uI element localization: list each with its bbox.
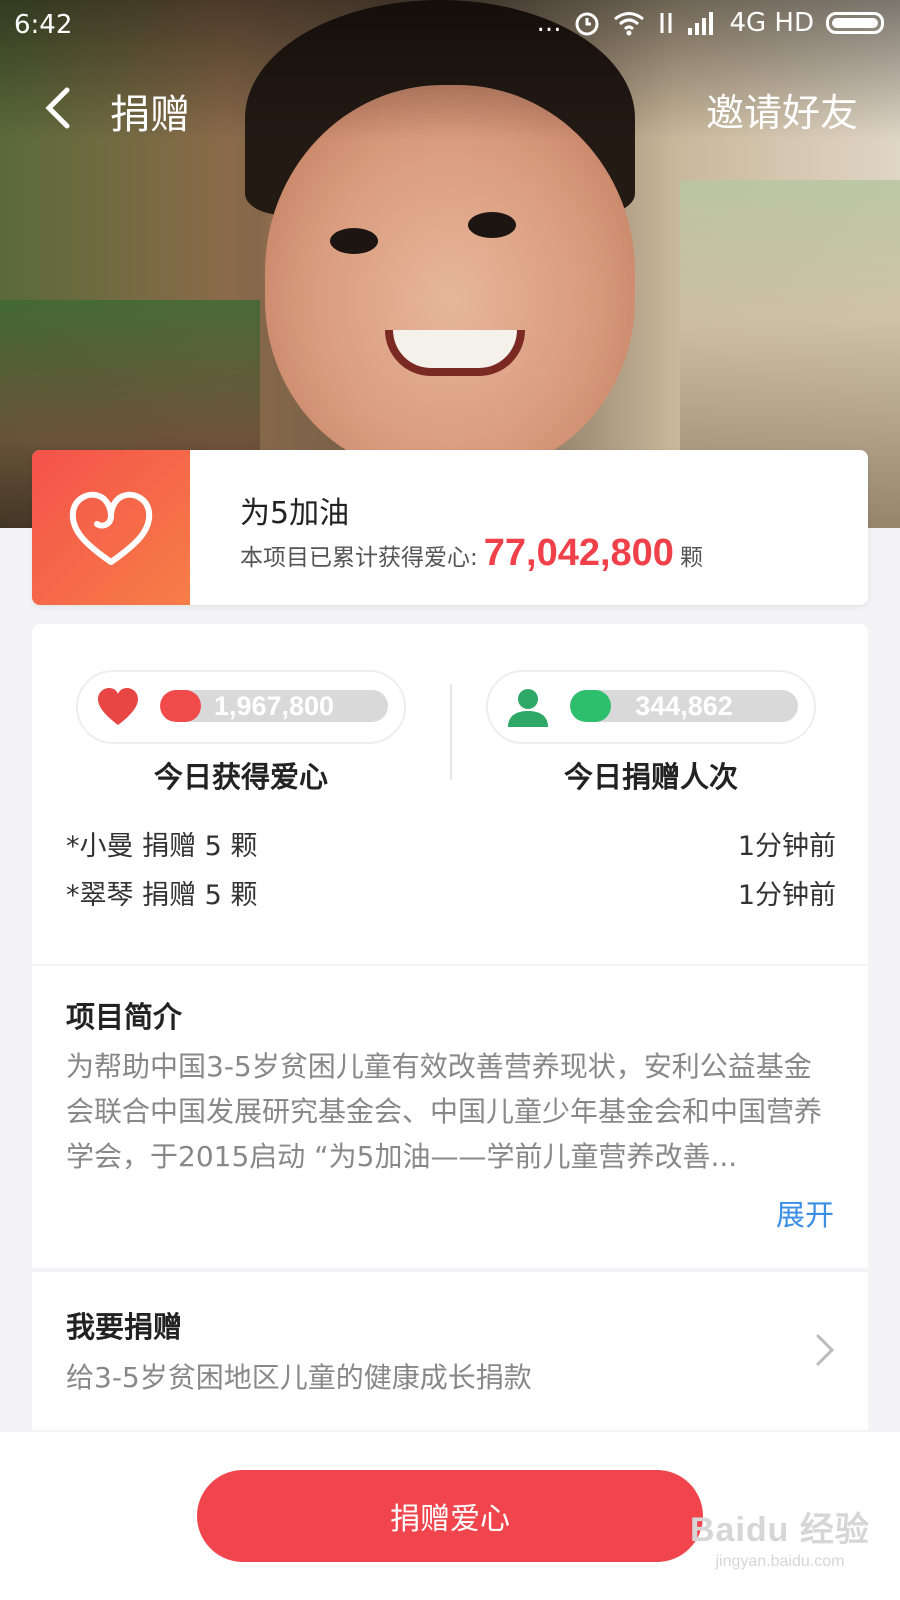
donate-entry-heading: 我要捐赠 [66, 1310, 183, 1344]
project-logo [32, 450, 190, 605]
today-donors-label: 今日捐赠人次 [563, 760, 738, 794]
invite-friends-button[interactable]: 邀请好友 [706, 82, 858, 137]
more-dots-icon: ... [536, 8, 562, 38]
status-icons: ... 4G HD [537, 8, 884, 38]
today-hearts-value: 1,967,800 [213, 691, 335, 721]
signal-icon [688, 12, 714, 35]
donate-hearts-button[interactable]: 捐赠爱心 [197, 1470, 703, 1562]
recent-donation-row: *翠琴 捐赠 5 颗 1分钟前 [66, 873, 836, 913]
hero-child-eye-right [468, 212, 516, 238]
heart-logo-icon [69, 491, 153, 565]
today-stats-card: 1,967,800 今日获得爱心 344,862 今日捐赠人次 *小曼 捐赠 5… [32, 624, 868, 964]
project-total-hearts: 77,042,800 [483, 532, 674, 574]
chevron-left-icon [45, 87, 70, 129]
status-bar: 6:42 ... 4G HD [0, 0, 900, 50]
expand-link[interactable]: 展开 [776, 1192, 834, 1234]
today-donors-icon-wrap [496, 675, 560, 739]
bottom-bar: 捐赠爱心 Baidu 经验 jingyan.baidu.com [0, 1432, 900, 1600]
recent-donor-text: *小曼 捐赠 5 颗 [66, 831, 258, 862]
today-donors-value: 344,862 [635, 691, 733, 721]
back-button[interactable] [38, 86, 78, 130]
today-hearts-pill: 1,967,800 [76, 670, 406, 744]
status-time: 6:42 [14, 10, 73, 40]
top-nav: 捐赠 邀请好友 [0, 72, 900, 142]
alarm-icon [575, 12, 599, 36]
project-stat-prefix: 本项目已累计获得爱心: [240, 545, 478, 571]
person-icon [508, 689, 548, 727]
project-intro-heading: 项目简介 [66, 1000, 183, 1034]
recent-donor-text: *翠琴 捐赠 5 颗 [66, 880, 258, 911]
today-hearts-bar: 1,967,800 [160, 690, 388, 722]
data-transfer-icon [660, 13, 672, 33]
project-name: 为5加油 [240, 496, 350, 531]
recent-donation-time: 1分钟前 [737, 880, 836, 911]
project-card: 为5加油 本项目已累计获得爱心: 77,042,800 颗 [32, 450, 868, 605]
watermark-url: jingyan.baidu.com [715, 1553, 845, 1570]
project-stat-unit: 颗 [679, 545, 703, 571]
hero-child-eye-left [330, 228, 378, 254]
page-title: 捐赠 [110, 92, 190, 138]
today-hearts-label: 今日获得爱心 [153, 760, 328, 794]
watermark: Baidu 经验 jingyan.baidu.com [690, 1502, 870, 1571]
wifi-icon [614, 12, 645, 36]
project-intro-text: 为帮助中国3-5岁贫困儿童有效改善营养现状，安利公益基金会联合中国发展研究基金会… [66, 1050, 823, 1173]
heart-icon [98, 688, 138, 725]
donate-entry-row[interactable]: 我要捐赠 给3-5岁贫困地区儿童的健康成长捐款 [32, 1272, 868, 1430]
today-donors-pill: 344,862 [486, 670, 816, 744]
battery-icon [826, 12, 884, 34]
recent-donation-row: *小曼 捐赠 5 颗 1分钟前 [66, 824, 836, 864]
recent-donation-time: 1分钟前 [737, 831, 836, 862]
network-type: 4G HD [729, 8, 814, 38]
donate-entry-subtitle: 给3-5岁贫困地区儿童的健康成长捐款 [66, 1361, 532, 1394]
stats-divider [450, 684, 452, 780]
hero-child-face [265, 85, 635, 475]
chevron-right-icon [816, 1334, 835, 1366]
today-donors-bar: 344,862 [570, 690, 798, 722]
today-hearts-icon-wrap [86, 675, 150, 739]
project-intro-card: 项目简介 为帮助中国3-5岁贫困儿童有效改善营养现状，安利公益基金会联合中国发展… [32, 966, 868, 1268]
watermark-brand: Baidu 经验 [690, 1511, 870, 1549]
project-total-stat: 本项目已累计获得爱心: 77,042,800 颗 [240, 532, 703, 575]
